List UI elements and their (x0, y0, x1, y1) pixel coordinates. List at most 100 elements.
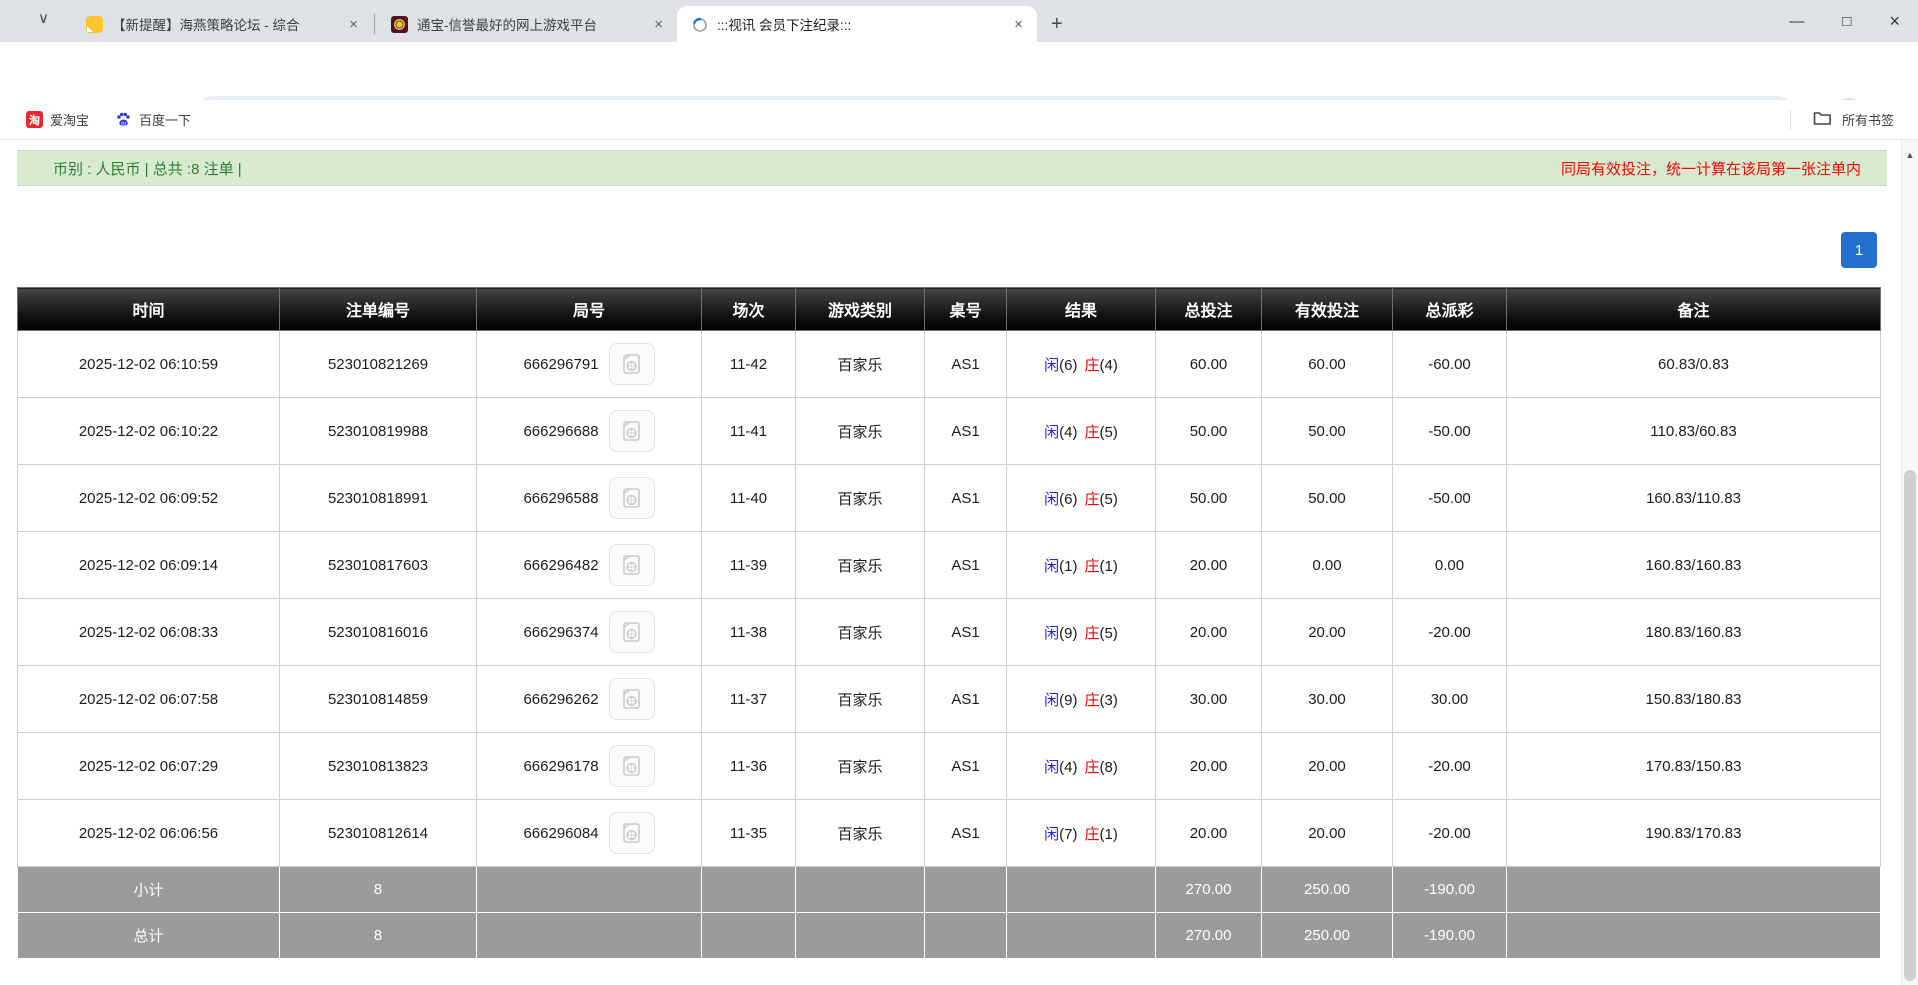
result-banker-label: 庄 (1085, 491, 1100, 508)
table-row: 2025-12-02 06:08:33 523010816016 6662963… (18, 599, 1881, 666)
cell-bet-id: 523010812614 (280, 800, 477, 867)
header-table-id: 桌号 (925, 288, 1007, 331)
header-result: 结果 (1007, 288, 1156, 331)
cell-time: 2025-12-02 06:08:33 (18, 599, 280, 666)
video-replay-button[interactable] (609, 544, 655, 586)
result-banker-label: 庄 (1085, 357, 1100, 374)
cell-total-bet-link[interactable]: 20.00 (1156, 800, 1262, 867)
result-player-label: 闲 (1044, 826, 1059, 843)
window-close-button[interactable]: × (1889, 11, 1900, 32)
cell-round-id: 666296482 (523, 557, 598, 574)
close-tab-icon[interactable]: × (345, 16, 362, 33)
cell-result: 闲(6)庄(4) (1007, 331, 1156, 398)
summary-info-bar: 币别 : 人民币 | 总共 :8 注单 | 同局有效投注，统一计算在该局第一张注… (17, 150, 1887, 186)
cell-time: 2025-12-02 06:06:56 (18, 800, 280, 867)
close-tab-icon[interactable]: × (650, 16, 667, 33)
close-tab-icon[interactable]: × (1010, 16, 1027, 33)
cell-game-type: 百家乐 (796, 800, 925, 867)
header-remark: 备注 (1507, 288, 1881, 331)
cell-remark: 180.83/160.83 (1507, 599, 1881, 666)
cell-session: 11-39 (702, 532, 796, 599)
cell-round-id: 666296791 (523, 356, 598, 373)
video-replay-button[interactable] (609, 343, 655, 385)
cell-remark: 190.83/170.83 (1507, 800, 1881, 867)
cell-result: 闲(6)庄(5) (1007, 465, 1156, 532)
scroll-up-arrow-icon[interactable]: ▲ (1902, 150, 1918, 160)
cell-table-id: AS1 (925, 398, 1007, 465)
tab-strip: ∨ 【新提醒】海燕策略论坛 - 综合 × 通宝-信誉最好的网上游戏平台 × ::… (0, 0, 1918, 42)
video-replay-button[interactable] (609, 410, 655, 452)
cell-game-type: 百家乐 (796, 331, 925, 398)
cell-session: 11-42 (702, 331, 796, 398)
window-maximize-button[interactable]: □ (1842, 13, 1851, 30)
cell-total-bet-link[interactable]: 20.00 (1156, 599, 1262, 666)
video-replay-button[interactable] (609, 745, 655, 787)
cell-game-type: 百家乐 (796, 733, 925, 800)
cell-payout: -20.00 (1393, 733, 1507, 800)
tab-search-chevron-icon[interactable]: ∨ (38, 9, 49, 27)
result-banker-label: 庄 (1085, 558, 1100, 575)
cell-remark: 110.83/60.83 (1507, 398, 1881, 465)
cell-table-id: AS1 (925, 532, 1007, 599)
header-valid-bet: 有效投注 (1262, 288, 1393, 331)
result-player-label: 闲 (1044, 759, 1059, 776)
cell-table-id: AS1 (925, 733, 1007, 800)
result-banker-label: 庄 (1085, 759, 1100, 776)
cell-bet-id: 523010814859 (280, 666, 477, 733)
new-tab-button[interactable]: + (1051, 13, 1063, 36)
cell-total-bet-link[interactable]: 50.00 (1156, 465, 1262, 532)
cell-valid-bet: 50.00 (1262, 465, 1393, 532)
tongbao-favicon (391, 16, 408, 33)
cell-table-id: AS1 (925, 666, 1007, 733)
cell-total-bet-link[interactable]: 60.00 (1156, 331, 1262, 398)
cell-game-type: 百家乐 (796, 599, 925, 666)
cell-total-bet-link[interactable]: 50.00 (1156, 398, 1262, 465)
cell-valid-bet: 20.00 (1262, 733, 1393, 800)
page-scrollbar[interactable]: ▲ (1901, 140, 1918, 985)
cell-game-type: 百家乐 (796, 666, 925, 733)
header-payout: 总派彩 (1393, 288, 1507, 331)
baidu-paw-icon: du (115, 111, 132, 128)
cell-total-bet-link[interactable]: 20.00 (1156, 733, 1262, 800)
cell-payout: -20.00 (1393, 800, 1507, 867)
cell-table-id: AS1 (925, 465, 1007, 532)
cell-bet-id: 523010817603 (280, 532, 477, 599)
cell-session: 11-37 (702, 666, 796, 733)
tab-bet-records-active[interactable]: :::视讯 会员下注纪录::: × (677, 6, 1037, 42)
cell-session: 11-38 (702, 599, 796, 666)
tab-tongbao[interactable]: 通宝-信誉最好的网上游戏平台 × (377, 6, 677, 42)
scrollbar-thumb[interactable] (1904, 470, 1916, 981)
total-total-bet: 270.00 (1156, 913, 1262, 959)
table-row: 2025-12-02 06:09:52 523010818991 6662965… (18, 465, 1881, 532)
result-banker-label: 庄 (1085, 424, 1100, 441)
cell-session: 11-36 (702, 733, 796, 800)
bookmark-baidu[interactable]: du 百度一下 (115, 110, 191, 129)
pagination-page-1-button[interactable]: 1 (1841, 232, 1877, 268)
video-replay-button[interactable] (609, 678, 655, 720)
cell-total-bet-link[interactable]: 20.00 (1156, 532, 1262, 599)
window-minimize-button[interactable]: — (1789, 13, 1804, 30)
browser-toolbar: ← → × ⌂ xiaotian.so/ipl/portal.php/game/… (0, 42, 1918, 100)
bet-table-body: 2025-12-02 06:10:59 523010821269 6662967… (18, 331, 1881, 867)
cell-game-type: 百家乐 (796, 532, 925, 599)
cell-valid-bet: 30.00 (1262, 666, 1393, 733)
cell-time: 2025-12-02 06:09:14 (18, 532, 280, 599)
bookmarks-divider (1790, 110, 1791, 130)
video-replay-button[interactable] (609, 611, 655, 653)
cell-payout: -20.00 (1393, 599, 1507, 666)
cell-result: 闲(9)庄(5) (1007, 599, 1156, 666)
header-game-type: 游戏类别 (796, 288, 925, 331)
header-time: 时间 (18, 288, 280, 331)
all-bookmarks-label: 所有书签 (1842, 110, 1894, 129)
tab-haiyan-forum[interactable]: 【新提醒】海燕策略论坛 - 综合 × (72, 6, 372, 42)
all-bookmarks-button[interactable]: 所有书签 (1790, 110, 1894, 130)
cell-round-id: 666296262 (523, 691, 598, 708)
video-replay-button[interactable] (609, 477, 655, 519)
cell-session: 11-40 (702, 465, 796, 532)
cell-total-bet-link[interactable]: 30.00 (1156, 666, 1262, 733)
cell-session: 11-41 (702, 398, 796, 465)
table-row: 2025-12-02 06:07:29 523010813823 6662961… (18, 733, 1881, 800)
video-replay-button[interactable] (609, 812, 655, 854)
bookmark-taobao[interactable]: 淘 爱淘宝 (26, 110, 89, 129)
result-player-label: 闲 (1044, 558, 1059, 575)
